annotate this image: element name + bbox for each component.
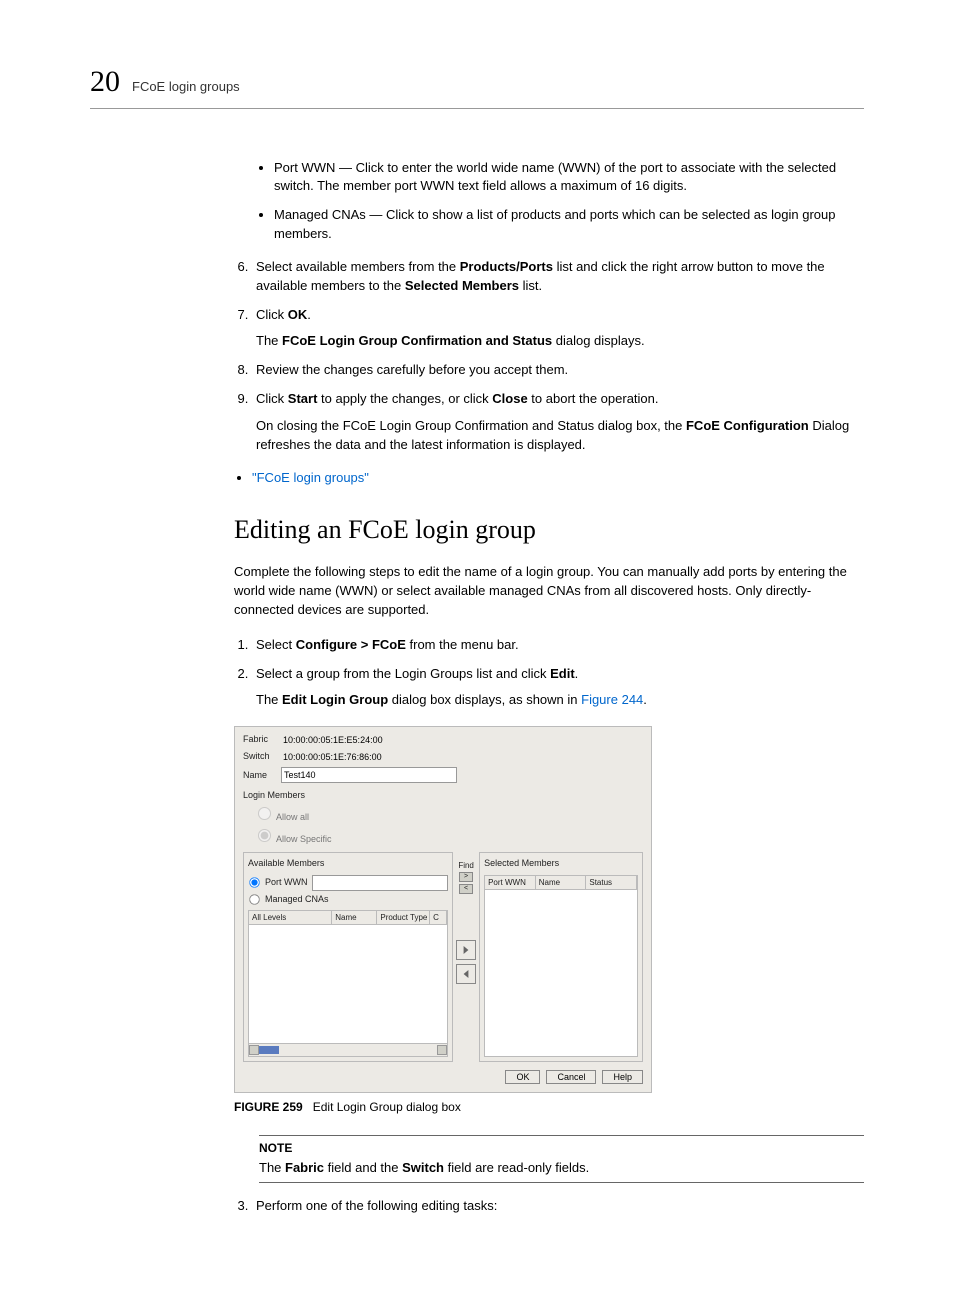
steps-list-a: Select available members from the Produc… [234,258,864,455]
dialog-button-row: OK Cancel Help [243,1070,643,1084]
steps-list-c: Perform one of the following editing tas… [234,1197,864,1216]
bullet-item: Managed CNAs — Click to show a list of p… [274,206,864,244]
section-title: Editing an FCoE login group [234,511,864,549]
step-item: Review the changes carefully before you … [252,361,864,380]
selected-members-title: Selected Members [484,857,638,870]
chevron-right-icon [462,946,470,954]
step-paragraph: The FCoE Login Group Confirmation and St… [256,332,864,351]
fabric-value [281,734,643,746]
step-text: Click Start to apply the changes, or cli… [256,391,659,406]
help-button[interactable]: Help [602,1070,643,1084]
note-text: The Fabric field and the Switch field ar… [259,1159,864,1178]
figure-caption: FIGURE 259 Edit Login Group dialog box [234,1099,864,1116]
name-label: Name [243,769,275,782]
step-text: Select a group from the Login Groups lis… [256,666,578,681]
step-item: Select a group from the Login Groups lis… [252,665,864,711]
chevron-left-icon [462,970,470,978]
figure-label: FIGURE 259 [234,1100,303,1114]
panels-row: Available Members Port WWN Managed CNAs … [243,852,643,1062]
switch-row: Switch [243,750,643,763]
step-paragraph: On closing the FCoE Login Group Confirma… [256,417,864,455]
available-members-panel: Available Members Port WWN Managed CNAs … [243,852,453,1062]
chapter-number: 20 [90,60,120,104]
name-row: Name [243,767,643,783]
step-item: Click Start to apply the changes, or cli… [252,390,864,455]
available-table-header: All Levels Name Product Type C [249,911,447,926]
related-link-item: "FCoE login groups" [252,469,864,488]
selected-members-panel: Selected Members Port WWN Name Status [479,852,643,1062]
selected-table-body [485,890,637,1056]
name-input[interactable] [281,767,457,783]
edit-login-group-dialog: Fabric Switch Name Login Members Allow a… [234,726,652,1093]
find-label: Find [458,862,474,870]
available-table-body [249,925,447,1043]
transfer-controls: Find > < [457,852,475,1062]
section-intro: Complete the following steps to edit the… [234,563,864,620]
step-text: Click OK. [256,307,311,322]
add-arrow-button[interactable] [456,940,476,960]
page-header: 20 FCoE login groups [90,60,864,109]
switch-value [281,751,643,763]
step-text: Perform one of the following editing tas… [256,1198,497,1213]
allow-all-radio[interactable]: Allow all [253,804,643,824]
step-item: Click OK. The FCoE Login Group Confirmat… [252,306,864,352]
selected-table-header: Port WWN Name Status [485,876,637,891]
note-block: NOTE The Fabric field and the Switch fie… [259,1135,864,1183]
managed-cnas-radio[interactable] [249,894,259,904]
running-title: FCoE login groups [132,78,240,97]
top-bullet-list: Port WWN — Click to enter the world wide… [234,159,864,244]
fabric-label: Fabric [243,733,275,746]
sel-col-port-wwn: Port WWN [485,876,536,890]
col-product-type: Product Type [377,911,430,925]
switch-label: Switch [243,750,275,763]
col-all-levels: All Levels [249,911,332,925]
managed-cnas-label: Managed CNAs [265,893,329,906]
note-title: NOTE [259,1140,864,1157]
port-wwn-input[interactable] [312,875,449,891]
available-members-title: Available Members [248,857,448,870]
port-wwn-label: Port WWN [265,876,308,889]
managed-cnas-radio-row: Managed CNAs [248,893,448,906]
cancel-button[interactable]: Cancel [546,1070,596,1084]
allow-specific-radio[interactable]: Allow Specific [253,826,643,846]
step-item: Perform one of the following editing tas… [252,1197,864,1216]
find-next-button[interactable]: > [459,872,473,882]
page-content: Port WWN — Click to enter the world wide… [234,159,864,1216]
col-c: C [430,911,447,925]
step-text: Select available members from the Produc… [256,259,825,293]
figure-259: Fabric Switch Name Login Members Allow a… [234,726,864,1117]
sel-col-name: Name [536,876,587,890]
col-name: Name [332,911,377,925]
step-item: Select Configure > FCoE from the menu ba… [252,636,864,655]
step-paragraph: The Edit Login Group dialog box displays… [256,691,864,710]
horizontal-scrollbar[interactable] [249,1043,447,1056]
step-item: Select available members from the Produc… [252,258,864,296]
steps-list-b: Select Configure > FCoE from the menu ba… [234,636,864,711]
figure-caption-text: Edit Login Group dialog box [313,1100,461,1114]
ok-button[interactable]: OK [505,1070,540,1084]
sel-col-status: Status [586,876,637,890]
login-members-label: Login Members [243,789,643,802]
related-link-list: "FCoE login groups" [234,469,864,488]
port-wwn-radio[interactable] [249,877,259,887]
selected-table: Port WWN Name Status [484,875,638,1058]
fcoe-login-groups-link[interactable]: "FCoE login groups" [252,470,369,485]
fabric-row: Fabric [243,733,643,746]
login-members-section: Login Members Allow all Allow Specific [243,789,643,846]
available-table: All Levels Name Product Type C [248,910,448,1058]
port-wwn-radio-row: Port WWN [248,875,448,891]
remove-arrow-button[interactable] [456,964,476,984]
bullet-item: Port WWN — Click to enter the world wide… [274,159,864,197]
find-prev-button[interactable]: < [459,884,473,894]
step-text: Review the changes carefully before you … [256,362,568,377]
figure-link[interactable]: Figure 244 [581,692,643,707]
step-text: Select Configure > FCoE from the menu ba… [256,637,519,652]
